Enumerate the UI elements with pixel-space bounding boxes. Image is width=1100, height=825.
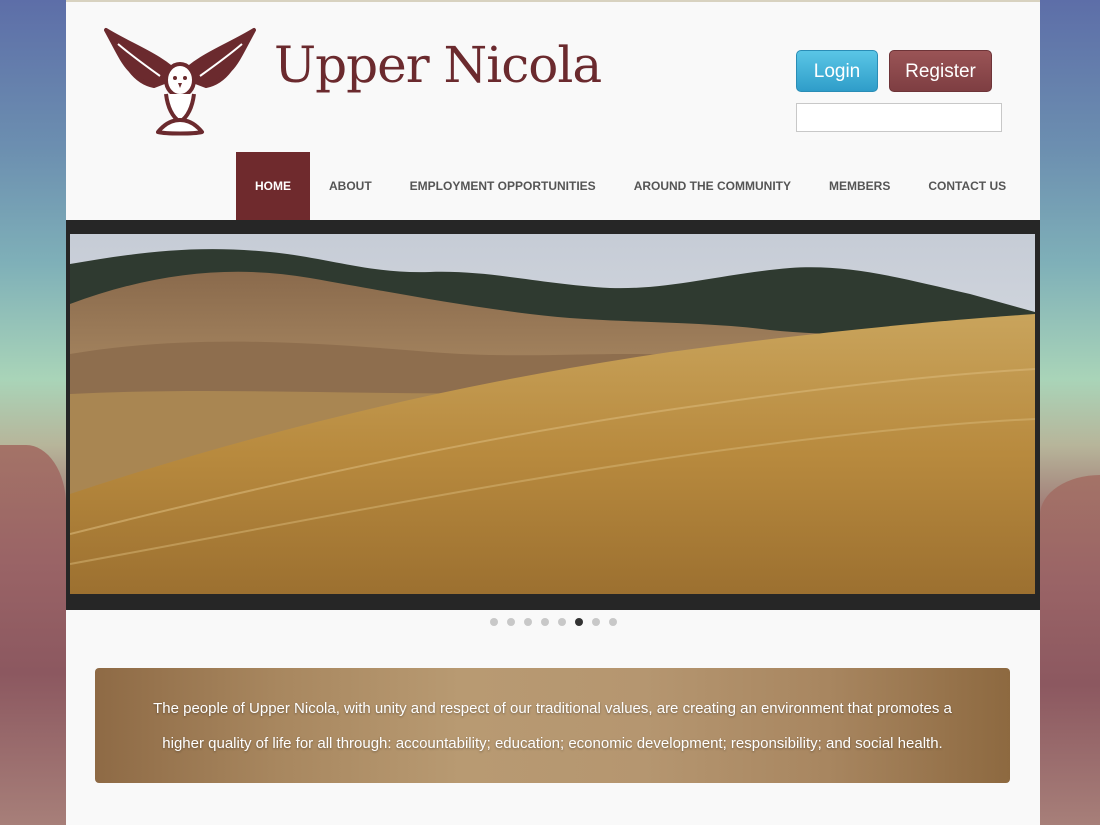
nav-item-community[interactable]: AROUND THE COMMUNITY bbox=[615, 152, 810, 220]
slider-dot[interactable] bbox=[608, 618, 617, 626]
search-input[interactable] bbox=[796, 103, 1002, 132]
slider-dot[interactable] bbox=[557, 618, 566, 626]
slider-dot-active[interactable] bbox=[574, 618, 583, 626]
nav-item-home[interactable]: HOME bbox=[236, 152, 310, 220]
slider-dot[interactable] bbox=[489, 618, 498, 626]
background-right bbox=[1040, 0, 1100, 825]
main-nav: HOME ABOUT EMPLOYMENT OPPORTUNITIES AROU… bbox=[236, 152, 1025, 220]
nav-item-employment[interactable]: EMPLOYMENT OPPORTUNITIES bbox=[391, 152, 615, 220]
brand-name[interactable]: Upper Nicola bbox=[274, 36, 602, 94]
slider-dots bbox=[66, 618, 1040, 626]
login-button[interactable]: Login bbox=[796, 50, 878, 92]
nav-item-members[interactable]: MEMBERS bbox=[810, 152, 909, 220]
page-container: Upper Nicola Login Register HOME ABOUT E… bbox=[66, 0, 1040, 825]
register-button[interactable]: Register bbox=[889, 50, 992, 92]
mission-statement-text: The people of Upper Nicola, with unity a… bbox=[153, 699, 952, 752]
eagle-logo-icon[interactable] bbox=[102, 26, 258, 138]
slider-dot[interactable] bbox=[591, 618, 600, 626]
mission-statement-banner: The people of Upper Nicola, with unity a… bbox=[95, 668, 1010, 783]
slider-dot[interactable] bbox=[523, 618, 532, 626]
background-left bbox=[0, 0, 66, 825]
slide-image bbox=[70, 234, 1035, 594]
nav-item-contact[interactable]: CONTACT US bbox=[909, 152, 1025, 220]
image-slider[interactable] bbox=[66, 220, 1040, 610]
slider-dot[interactable] bbox=[540, 618, 549, 626]
nav-item-about[interactable]: ABOUT bbox=[310, 152, 391, 220]
slider-dot[interactable] bbox=[506, 618, 515, 626]
